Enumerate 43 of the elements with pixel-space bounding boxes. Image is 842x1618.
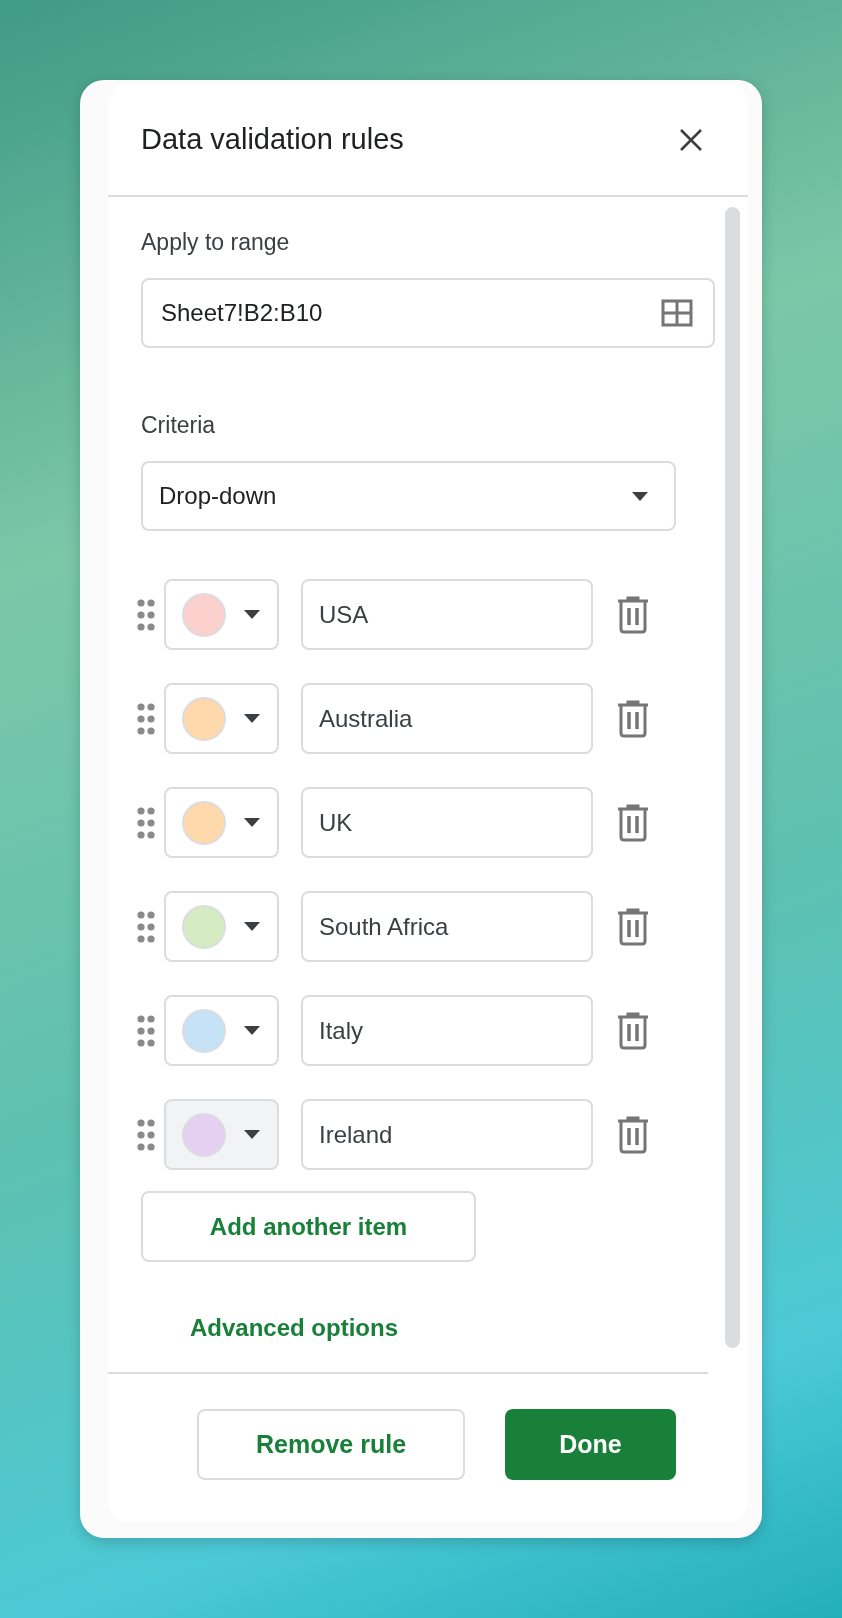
color-picker[interactable] [164, 891, 279, 962]
delete-icon[interactable] [616, 595, 650, 634]
item-field[interactable]: UK [301, 787, 593, 858]
scrollbar[interactable] [725, 207, 740, 1348]
field-label: Apply to range [141, 228, 291, 257]
criteria-dropdown[interactable]: Drop-down [141, 461, 676, 531]
delete-icon[interactable] [616, 803, 650, 842]
remove-rule-button[interactable]: Remove rule [197, 1408, 465, 1480]
caret-icon [244, 1026, 260, 1035]
caret-icon [632, 491, 648, 501]
close-button[interactable] [678, 126, 704, 153]
color-picker[interactable] [164, 683, 279, 754]
drag-handle-icon[interactable] [137, 1118, 155, 1151]
drag-handle-icon[interactable] [137, 910, 155, 943]
delete-icon[interactable] [616, 907, 650, 946]
drag-handle-icon[interactable] [137, 598, 155, 631]
caret-icon [244, 714, 260, 723]
item-field[interactable]: Australia [301, 683, 593, 754]
caret-icon [244, 818, 260, 827]
color-picker[interactable] [164, 787, 279, 858]
advanced-options-link[interactable]: Advanced options [190, 1314, 399, 1342]
dialog-title: Data validation rules [141, 123, 404, 156]
range-field[interactable]: Sheet7!B2:B10 [141, 278, 715, 348]
drag-handle-icon[interactable] [137, 806, 155, 839]
item-field[interactable]: Italy [301, 995, 593, 1066]
color-picker[interactable] [164, 1099, 279, 1170]
delete-icon[interactable] [616, 699, 650, 738]
item-field[interactable]: Ireland [301, 1099, 593, 1170]
field-label: Criteria [141, 411, 217, 440]
caret-icon [244, 610, 260, 619]
done-button[interactable]: Done [505, 1408, 676, 1480]
caret-icon [244, 1130, 260, 1139]
drag-handle-icon[interactable] [137, 702, 155, 735]
caret-icon [244, 922, 260, 931]
add-item-button[interactable]: Add another item [141, 1191, 476, 1262]
item-field[interactable]: USA [301, 579, 593, 650]
delete-icon[interactable] [616, 1011, 650, 1050]
drag-handle-icon[interactable] [137, 1014, 155, 1047]
grid-icon[interactable] [661, 299, 693, 327]
delete-icon[interactable] [616, 1115, 650, 1154]
item-field[interactable]: South Africa [301, 891, 593, 962]
color-picker[interactable] [164, 579, 279, 650]
color-picker[interactable] [164, 995, 279, 1066]
